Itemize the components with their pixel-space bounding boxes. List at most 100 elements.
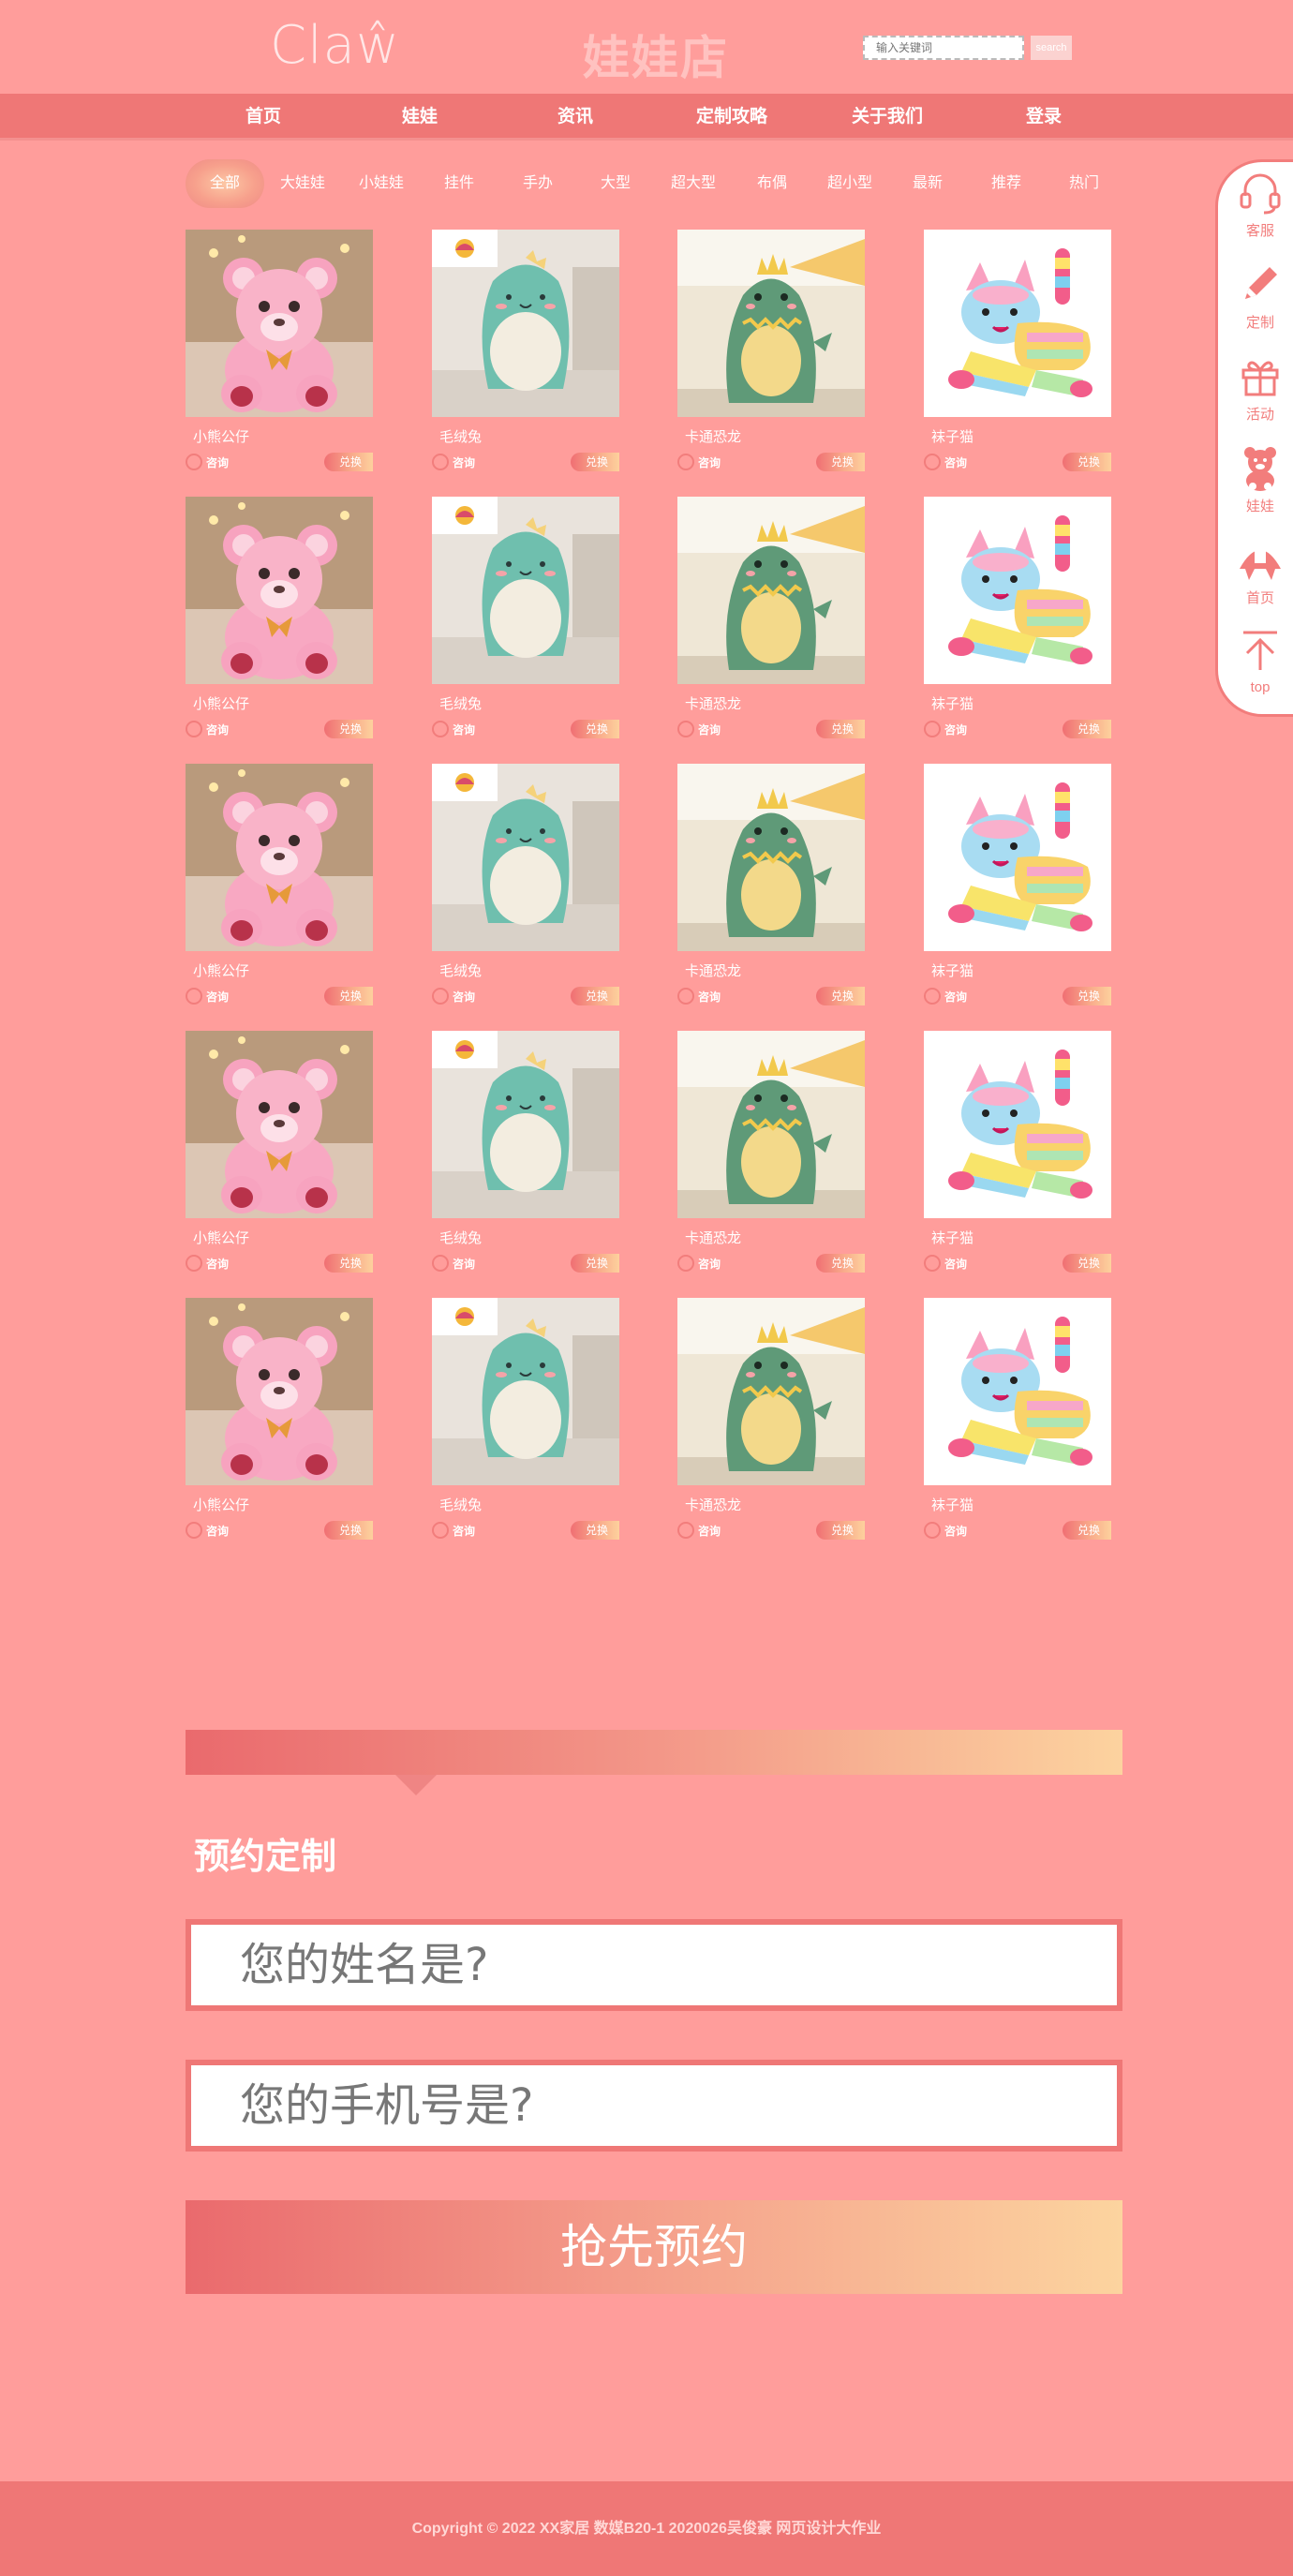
exchange-button[interactable]: 兑换 <box>324 453 373 471</box>
filter-all[interactable]: 全部 <box>186 159 264 208</box>
consult-link[interactable]: 咨询 <box>432 453 498 471</box>
product-image[interactable] <box>432 764 619 951</box>
nav-item-home[interactable]: 首页 <box>207 94 320 141</box>
filter-small-doll[interactable]: 小娃娃 <box>342 159 421 208</box>
product-image[interactable] <box>186 1031 373 1218</box>
phone-field[interactable]: 您的手机号是? <box>186 2060 1122 2152</box>
exchange-button[interactable]: 兑换 <box>1063 720 1111 738</box>
exchange-button[interactable]: 兑换 <box>571 987 619 1005</box>
product-card[interactable]: 袜子猫咨询 兑换 <box>924 497 1111 750</box>
filter-newest[interactable]: 最新 <box>888 159 967 208</box>
product-card[interactable]: 毛绒兔咨询 兑换 <box>432 230 619 483</box>
site-logo[interactable]: Claŵ <box>270 15 400 76</box>
search-button[interactable]: search <box>1031 36 1072 60</box>
sidebar-item-custom[interactable]: 定制 <box>1218 260 1293 332</box>
exchange-button[interactable]: 兑换 <box>571 453 619 471</box>
product-name[interactable]: 毛绒兔 <box>439 960 482 980</box>
nav-item-news[interactable]: 资讯 <box>519 94 632 141</box>
product-card[interactable]: 袜子猫 咨询 兑换 <box>924 1298 1111 1551</box>
name-field[interactable]: 您的姓名是? <box>186 1919 1122 2011</box>
consult-link[interactable]: 咨询 <box>924 453 989 471</box>
filter-recommended[interactable]: 推荐 <box>967 159 1046 208</box>
sidebar-item-top[interactable]: top <box>1218 627 1293 695</box>
product-image[interactable] <box>677 1298 865 1485</box>
sidebar-item-service[interactable]: 客服 <box>1218 168 1293 240</box>
exchange-button[interactable]: 兑换 <box>571 720 619 738</box>
product-card[interactable]: 毛绒兔咨询 兑换 <box>432 1298 619 1551</box>
product-name[interactable]: 袜子猫 <box>931 960 973 980</box>
consult-link[interactable]: 咨询 <box>432 1254 498 1273</box>
consult-link[interactable]: 咨询 <box>677 1254 743 1273</box>
product-name[interactable]: 卡通恐龙 <box>685 960 741 980</box>
consult-link[interactable]: 咨询 <box>924 720 989 738</box>
product-image[interactable] <box>186 1298 373 1485</box>
exchange-button[interactable]: 兑换 <box>571 1254 619 1273</box>
exchange-button[interactable]: 兑换 <box>324 720 373 738</box>
product-image[interactable] <box>924 1298 1111 1485</box>
exchange-button[interactable]: 兑换 <box>816 987 865 1005</box>
product-card[interactable]: 袜子猫咨询 兑换 <box>924 764 1111 1017</box>
sidebar-item-events[interactable]: 活动 <box>1218 351 1293 424</box>
consult-link[interactable]: 咨询 <box>186 987 251 1005</box>
consult-link[interactable]: 咨询 <box>924 1254 989 1273</box>
consult-link[interactable]: 咨询 <box>677 453 743 471</box>
product-card[interactable]: 小熊公仔 咨询 兑换 <box>186 230 373 483</box>
exchange-button[interactable]: 兑换 <box>571 1521 619 1540</box>
reserve-button[interactable]: 抢先预约 <box>186 2200 1122 2294</box>
nav-item-login[interactable]: 登录 <box>988 94 1100 141</box>
consult-link[interactable]: 咨询 <box>432 987 498 1005</box>
filter-figure[interactable]: 手办 <box>498 159 577 208</box>
product-card[interactable]: 小熊公仔 咨询 兑换 <box>186 497 373 750</box>
exchange-button[interactable]: 兑换 <box>816 1254 865 1273</box>
exchange-button[interactable]: 兑换 <box>816 720 865 738</box>
filter-large[interactable]: 大型 <box>576 159 655 208</box>
exchange-button[interactable]: 兑换 <box>816 1521 865 1540</box>
consult-link[interactable]: 咨询 <box>432 720 498 738</box>
product-name[interactable]: 毛绒兔 <box>439 426 482 446</box>
product-image[interactable] <box>677 230 865 417</box>
product-card[interactable]: 毛绒兔咨询 兑换 <box>432 764 619 1017</box>
product-image[interactable] <box>924 497 1111 684</box>
product-name[interactable]: 小熊公仔 <box>193 1495 249 1514</box>
exchange-button[interactable]: 兑换 <box>324 987 373 1005</box>
product-name[interactable]: 毛绒兔 <box>439 1495 482 1514</box>
nav-item-dolls[interactable]: 娃娃 <box>364 94 476 141</box>
product-name[interactable]: 袜子猫 <box>931 426 973 446</box>
consult-link[interactable]: 咨询 <box>186 1521 251 1540</box>
product-card[interactable]: 毛绒兔 咨询 兑换 <box>432 1031 619 1284</box>
consult-link[interactable]: 咨询 <box>677 987 743 1005</box>
consult-link[interactable]: 咨询 <box>186 720 251 738</box>
exchange-button[interactable]: 兑换 <box>816 453 865 471</box>
product-card[interactable]: 卡通恐龙 咨询 兑换 <box>677 1298 865 1551</box>
filter-big-doll[interactable]: 大娃娃 <box>263 159 342 208</box>
product-card[interactable]: 卡通恐龙咨询 兑换 <box>677 1031 865 1284</box>
consult-link[interactable]: 咨询 <box>677 720 743 738</box>
product-image[interactable] <box>186 764 373 951</box>
product-name[interactable]: 小熊公仔 <box>193 1228 249 1247</box>
product-name[interactable]: 小熊公仔 <box>193 426 249 446</box>
exchange-button[interactable]: 兑换 <box>1063 1521 1111 1540</box>
product-image[interactable] <box>924 764 1111 951</box>
product-card[interactable]: 小熊公仔咨询 兑换 <box>186 1031 373 1284</box>
exchange-button[interactable]: 兑换 <box>1063 987 1111 1005</box>
consult-link[interactable]: 咨询 <box>186 1254 251 1273</box>
product-image[interactable] <box>677 764 865 951</box>
exchange-button[interactable]: 兑换 <box>324 1254 373 1273</box>
product-card[interactable]: 卡通恐龙咨询 兑换 <box>677 764 865 1017</box>
filter-extra-large[interactable]: 超大型 <box>654 159 733 208</box>
consult-link[interactable]: 咨询 <box>924 1521 989 1540</box>
product-card[interactable]: 袜子猫 咨询 兑换 <box>924 230 1111 483</box>
product-name[interactable]: 袜子猫 <box>931 1228 973 1247</box>
product-image[interactable] <box>432 1031 619 1218</box>
product-name[interactable]: 袜子猫 <box>931 693 973 713</box>
product-image[interactable] <box>186 497 373 684</box>
filter-pendant[interactable]: 挂件 <box>420 159 498 208</box>
product-image[interactable] <box>924 1031 1111 1218</box>
product-card[interactable]: 卡通恐龙 咨询 兑换 <box>677 230 865 483</box>
product-image[interactable] <box>432 1298 619 1485</box>
product-image[interactable] <box>677 1031 865 1218</box>
product-name[interactable]: 卡通恐龙 <box>685 1228 741 1247</box>
consult-link[interactable]: 咨询 <box>924 987 989 1005</box>
product-card[interactable]: 袜子猫 咨询 兑换 <box>924 1031 1111 1284</box>
consult-link[interactable]: 咨询 <box>432 1521 498 1540</box>
